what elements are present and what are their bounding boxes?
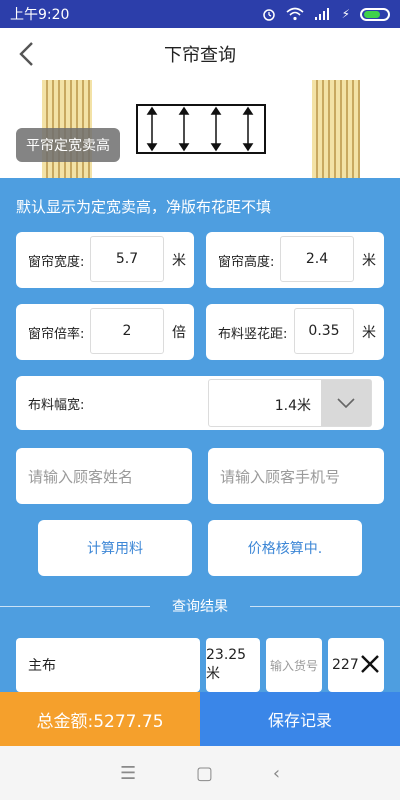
height-label: 窗帘高度:: [218, 255, 275, 270]
query-form: 默认显示为定宽卖高，净版布花距不填 窗帘宽度: 米 窗帘高度: 米 窗帘倍率: …: [0, 178, 400, 692]
total-amount: 总金额:5277.75: [0, 692, 200, 746]
status-icons: ⚡: [262, 7, 390, 21]
customer-name-input[interactable]: 请输入顾客姓名: [16, 448, 192, 504]
width-input[interactable]: [90, 236, 164, 282]
multiple-input[interactable]: [90, 308, 164, 354]
fabric-width-card: 布料幅宽: 1.4米: [16, 376, 384, 430]
charging-icon: ⚡: [341, 7, 350, 21]
height-card: 窗帘高度: 米: [206, 232, 384, 288]
curtain-right-image: [312, 80, 360, 178]
nav-bar: 下帘查询: [0, 28, 400, 80]
result-fabric-name: 主布: [16, 638, 200, 692]
curtain-height-diagram: [136, 104, 266, 154]
height-input[interactable]: [280, 236, 354, 282]
close-icon: [361, 655, 379, 673]
calculate-button[interactable]: 计算用料: [38, 520, 192, 576]
bottom-bar: 总金额:5277.75 保存记录: [0, 692, 400, 746]
battery-icon: [360, 7, 390, 21]
system-nav-bar: ☰ ▢ ‹: [0, 746, 400, 800]
pattern-card: 布料竖花距: 米: [206, 304, 384, 360]
menu-icon[interactable]: ☰: [120, 763, 136, 784]
pattern-label: 布料竖花距:: [218, 327, 288, 342]
result-amount: 23.25米: [206, 638, 260, 692]
width-unit: 米: [172, 253, 186, 269]
page-title: 下帘查询: [164, 45, 236, 66]
signal-icon: [314, 8, 329, 20]
back-nav-icon[interactable]: ‹: [273, 763, 280, 784]
wifi-icon: [286, 7, 304, 21]
status-time: 上午9:20: [10, 7, 70, 23]
height-unit: 米: [362, 253, 376, 269]
results-title: 查询结果: [172, 599, 228, 615]
price-check-button[interactable]: 价格核算中.: [208, 520, 362, 576]
customer-phone-input[interactable]: 请输入顾客手机号: [208, 448, 384, 504]
back-button[interactable]: [10, 38, 42, 70]
pattern-input[interactable]: [294, 308, 354, 354]
curtain-banner: 平帘定宽卖高: [0, 80, 400, 178]
multiple-label: 窗帘倍率:: [28, 327, 85, 342]
home-icon[interactable]: ▢: [196, 763, 213, 784]
width-card: 窗帘宽度: 米: [16, 232, 194, 288]
save-record-button[interactable]: 保存记录: [200, 692, 400, 746]
chevron-down-icon: [337, 398, 355, 408]
chevron-left-icon: [19, 42, 33, 66]
alarm-icon: [262, 9, 275, 21]
width-label: 窗帘宽度:: [28, 255, 85, 270]
goods-number-input[interactable]: 输入货号: [266, 638, 322, 692]
dropdown-toggle[interactable]: [321, 380, 371, 426]
pattern-unit: 米: [362, 325, 376, 341]
multiple-card: 窗帘倍率: 倍: [16, 304, 194, 360]
delete-row-button[interactable]: [356, 650, 384, 678]
curtain-mode-tag[interactable]: 平帘定宽卖高: [16, 128, 120, 162]
fabric-width-select[interactable]: 1.4米: [208, 379, 372, 427]
multiple-unit: 倍: [172, 325, 186, 341]
form-hint: 默认显示为定宽卖高，净版布花距不填: [16, 198, 272, 216]
fabric-width-label: 布料幅宽:: [28, 398, 85, 413]
fabric-width-value: 1.4米: [274, 398, 311, 414]
status-bar: 上午9:20 ⚡: [0, 0, 400, 28]
